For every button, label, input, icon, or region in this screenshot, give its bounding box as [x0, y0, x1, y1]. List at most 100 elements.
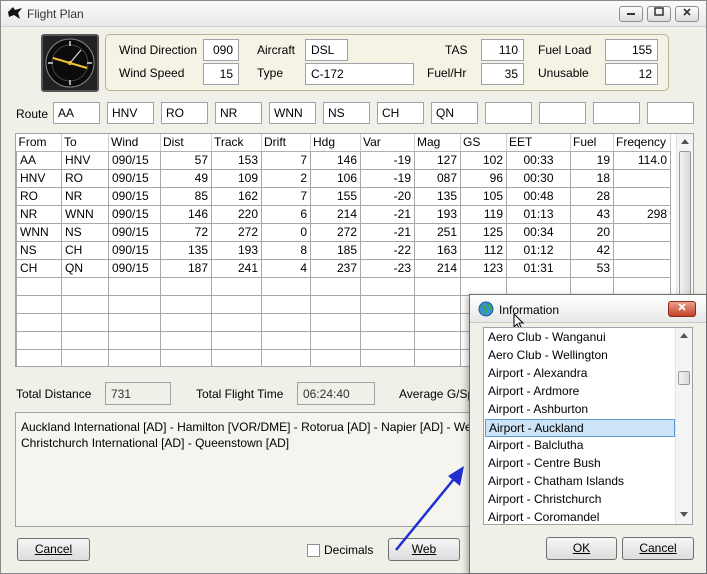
table-cell[interactable]: -19	[360, 150, 415, 170]
list-item[interactable]: Airport - Ardmore	[485, 383, 675, 401]
table-cell[interactable]: 090/15	[108, 222, 161, 242]
table-cell[interactable]: 8	[261, 240, 311, 260]
scroll-up-arrow[interactable]	[677, 134, 693, 150]
table-cell[interactable]	[613, 222, 671, 242]
table-cell[interactable]	[61, 312, 109, 332]
fuel-hr-input[interactable]: 35	[481, 63, 524, 85]
route-point-8[interactable]: QN	[431, 102, 478, 124]
table-cell[interactable]	[414, 348, 461, 366]
list-item[interactable]: Airport - Chatham Islands	[485, 473, 675, 491]
unusable-input[interactable]: 12	[605, 63, 658, 85]
table-cell[interactable]: HNV	[61, 150, 109, 170]
list-item[interactable]: Airport - Christchurch	[485, 491, 675, 509]
grid-column-header[interactable]: Hdg	[310, 134, 361, 152]
table-cell[interactable]: -19	[360, 168, 415, 188]
route-point-10[interactable]	[539, 102, 586, 124]
maximize-button[interactable]	[647, 6, 671, 22]
table-cell[interactable]: 146	[310, 150, 361, 170]
table-cell[interactable]	[211, 312, 262, 332]
table-cell[interactable]: -23	[360, 258, 415, 278]
route-point-2[interactable]: HNV	[107, 102, 154, 124]
table-cell[interactable]: 193	[211, 240, 262, 260]
table-cell[interactable]: RO	[61, 168, 109, 188]
table-cell[interactable]	[108, 294, 161, 314]
table-cell[interactable]	[108, 276, 161, 296]
table-cell[interactable]: 237	[310, 258, 361, 278]
route-point-1[interactable]: AA	[53, 102, 100, 124]
list-scroll-thumb[interactable]	[678, 371, 690, 385]
table-cell[interactable]	[16, 348, 62, 366]
table-cell[interactable]	[414, 312, 461, 332]
table-row[interactable]: CH QN 090/15 187 241 4 237 -23 214 123 01:31 53	[16, 258, 671, 278]
table-row[interactable]	[16, 276, 671, 296]
table-cell[interactable]: 43	[570, 204, 614, 224]
table-cell[interactable]: NS	[61, 222, 109, 242]
table-cell[interactable]: 42	[570, 240, 614, 260]
grid-column-header[interactable]: Mag	[414, 134, 461, 152]
information-cancel-button[interactable]: Cancel	[622, 537, 694, 560]
wind-speed-input[interactable]: 15	[203, 63, 239, 85]
table-cell[interactable]: 162	[211, 186, 262, 206]
table-cell[interactable]: 49	[160, 168, 212, 188]
table-cell[interactable]	[360, 348, 415, 366]
table-cell[interactable]	[414, 276, 461, 296]
grid-column-header[interactable]: Fuel	[570, 134, 614, 152]
type-input[interactable]: C-172	[305, 63, 414, 85]
table-cell[interactable]: 53	[570, 258, 614, 278]
route-point-4[interactable]: NR	[215, 102, 262, 124]
list-item[interactable]: Airport - Centre Bush	[485, 455, 675, 473]
table-cell[interactable]: 96	[460, 168, 507, 188]
table-cell[interactable]: 214	[310, 204, 361, 224]
table-cell[interactable]: 19	[570, 150, 614, 170]
table-cell[interactable]: 146	[160, 204, 212, 224]
table-cell[interactable]: 28	[570, 186, 614, 206]
airport-list-scrollbar[interactable]	[675, 328, 692, 524]
table-cell[interactable]: 7	[261, 150, 311, 170]
table-cell[interactable]: HNV	[16, 168, 62, 188]
table-cell[interactable]: 135	[160, 240, 212, 260]
airport-list[interactable]: Aero Club - Wanganui Aero Club - Wellingt…	[483, 327, 693, 525]
table-cell[interactable]: WNN	[16, 222, 62, 242]
table-cell[interactable]	[261, 348, 311, 366]
table-row[interactable]: RO NR 090/15 85 162 7 155 -20 135 105 00:48 28	[16, 186, 671, 206]
minimize-button[interactable]	[619, 6, 643, 22]
table-cell[interactable]: 241	[211, 258, 262, 278]
table-cell[interactable]	[61, 276, 109, 296]
table-cell[interactable]	[360, 276, 415, 296]
close-button[interactable]	[675, 6, 699, 22]
table-cell[interactable]: NR	[16, 204, 62, 224]
table-cell[interactable]	[108, 312, 161, 332]
table-cell[interactable]: -21	[360, 222, 415, 242]
list-item[interactable]: Aero Club - Wanganui	[485, 329, 675, 347]
table-cell[interactable]: 01:12	[506, 240, 571, 260]
table-row[interactable]: NS CH 090/15 135 193 8 185 -22 163 112 01:12 42	[16, 240, 671, 260]
table-cell[interactable]	[570, 276, 614, 296]
table-cell[interactable]: 251	[414, 222, 461, 242]
table-cell[interactable]	[310, 348, 361, 366]
table-cell[interactable]	[261, 276, 311, 296]
table-cell[interactable]	[310, 276, 361, 296]
table-cell[interactable]: 105	[460, 186, 507, 206]
grid-column-header[interactable]: From	[16, 134, 62, 152]
table-cell[interactable]: 102	[460, 150, 507, 170]
table-row[interactable]: HNV RO 090/15 49 109 2 106 -19 087 96 00:30 18	[16, 168, 671, 188]
information-close-button[interactable]	[668, 301, 696, 317]
table-cell[interactable]: 85	[160, 186, 212, 206]
table-cell[interactable]	[211, 330, 262, 350]
grid-column-header[interactable]: Track	[211, 134, 262, 152]
table-cell[interactable]: 187	[160, 258, 212, 278]
table-cell[interactable]	[261, 294, 311, 314]
route-point-6[interactable]: NS	[323, 102, 370, 124]
table-cell[interactable]: 163	[414, 240, 461, 260]
decimals-checkbox[interactable]	[307, 544, 320, 557]
table-cell[interactable]	[211, 276, 262, 296]
table-cell[interactable]: 20	[570, 222, 614, 242]
grid-column-header[interactable]: GS	[460, 134, 507, 152]
table-cell[interactable]: 220	[211, 204, 262, 224]
table-cell[interactable]	[16, 276, 62, 296]
table-cell[interactable]: 090/15	[108, 150, 161, 170]
table-cell[interactable]: 112	[460, 240, 507, 260]
table-cell[interactable]	[160, 348, 212, 366]
list-item[interactable]: Airport - Auckland	[485, 419, 675, 437]
table-row[interactable]: AA HNV 090/15 57 153 7 146 -19 127 102 00:33 19 114.…	[16, 150, 671, 170]
